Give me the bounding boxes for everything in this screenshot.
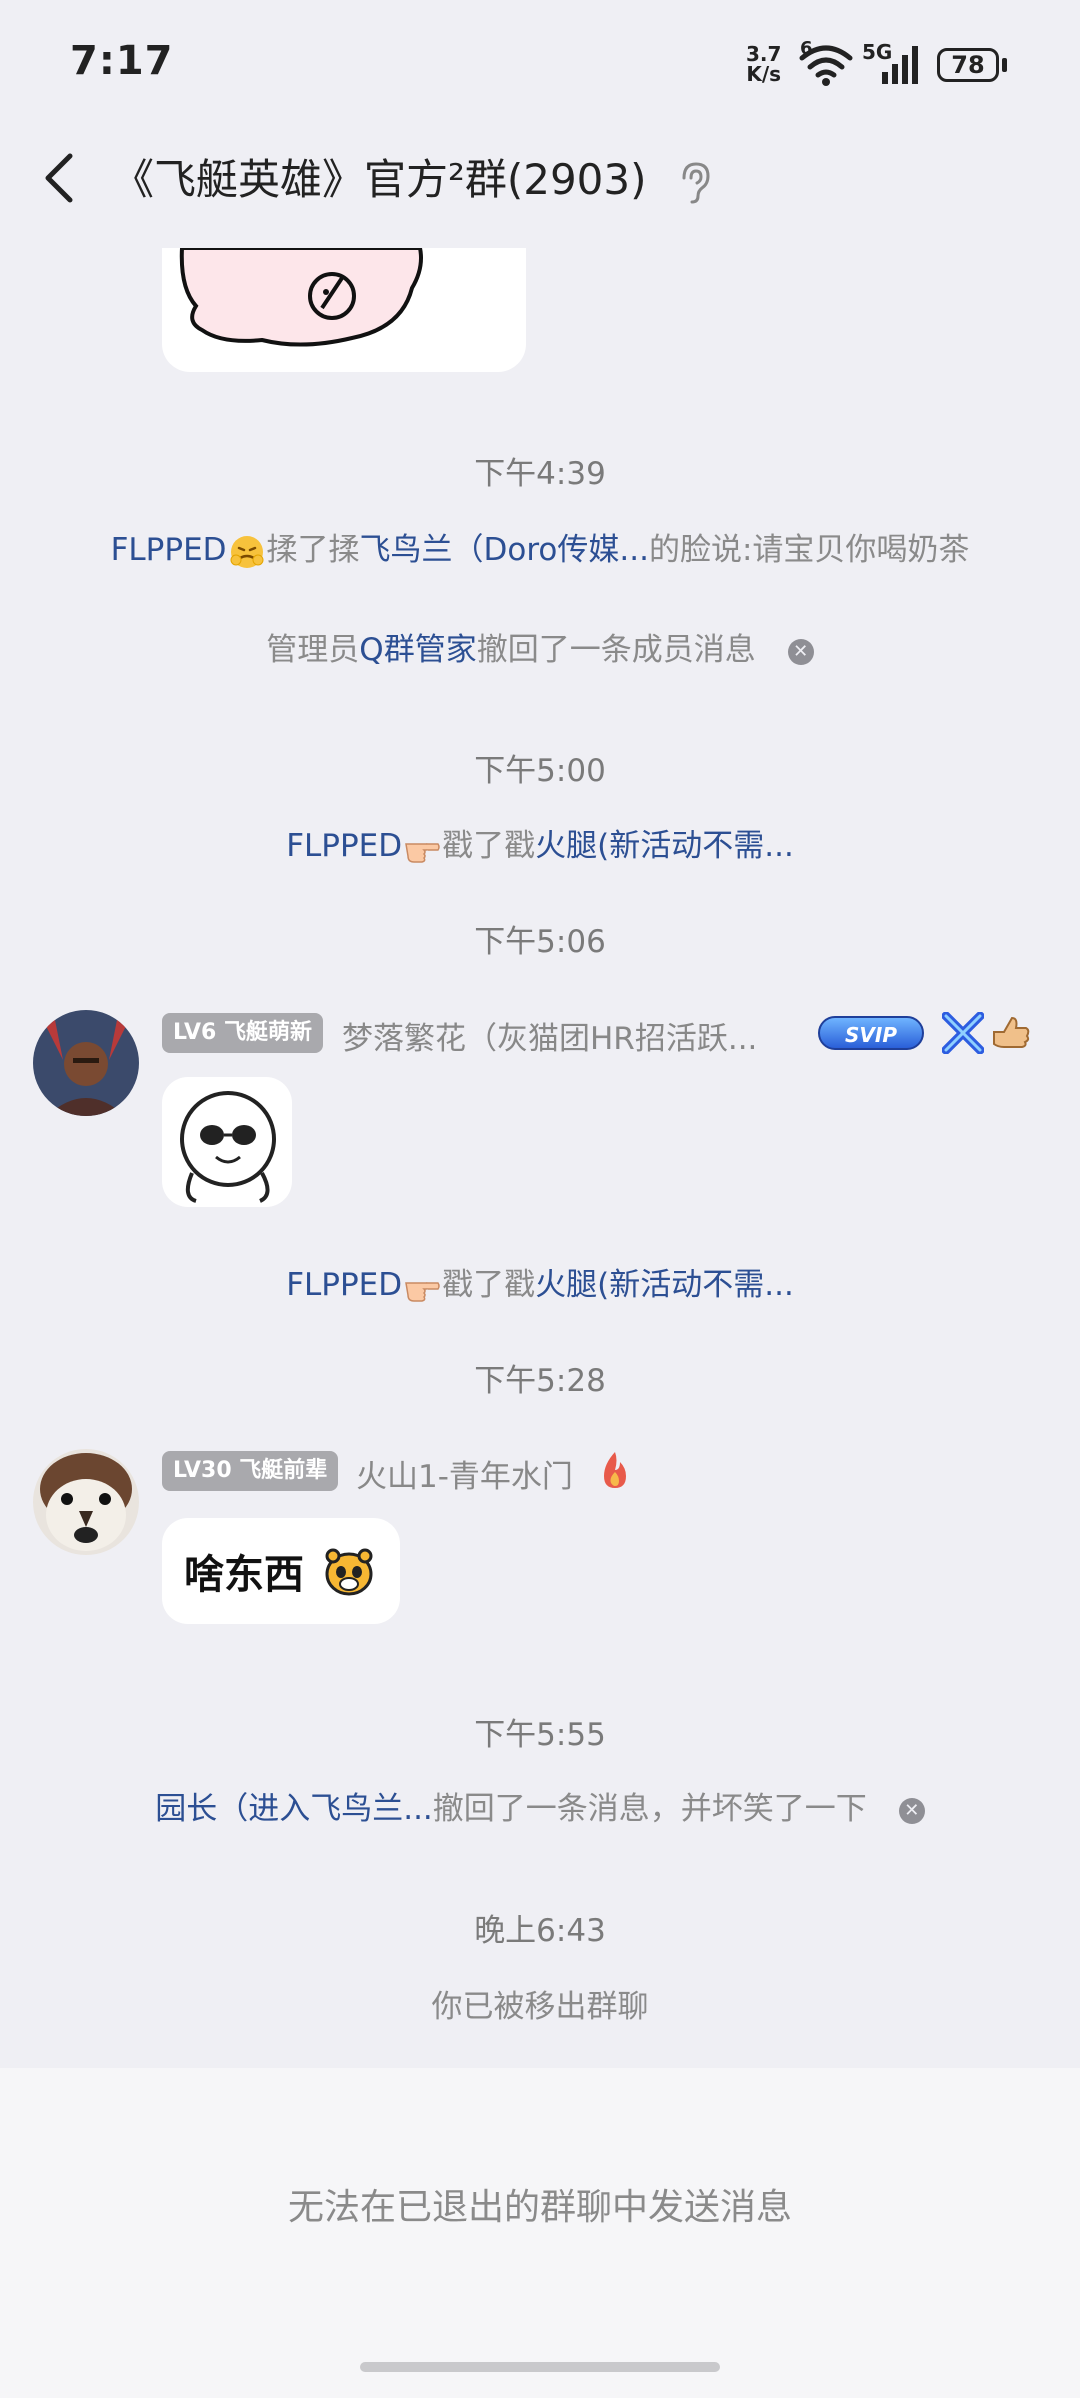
tiger-emoji-icon — [325, 1548, 373, 1596]
nudge-target[interactable]: 飞鸟兰（Doro传媒... — [360, 532, 649, 568]
sticker-image[interactable]: 啥东西 — [162, 1518, 400, 1624]
nudge-action: 戳了戳 — [442, 828, 536, 864]
level-badge: LV6 飞艇萌新 — [162, 1013, 323, 1053]
wifi-label: 6 — [800, 38, 813, 59]
sender-name[interactable]: 火山1-青年水门 — [356, 1451, 573, 1496]
nudge-target[interactable]: 火腿(新活动不需... — [535, 828, 794, 864]
pointing-hand-icon — [404, 830, 440, 866]
recall-actor[interactable]: 园长（进入飞鸟兰... — [155, 1791, 433, 1827]
avatar[interactable] — [33, 1449, 139, 1555]
battery-tip — [1002, 58, 1007, 72]
network-speed-unit: K/s — [746, 62, 782, 86]
nudge-action: 揉了揉 — [266, 532, 360, 568]
timestamp: 下午4:39 — [474, 456, 606, 492]
input-area-disabled — [0, 2068, 1080, 2398]
recall-notice: 管理员Q群管家撤回了一条成员消息 ✕ — [0, 624, 1080, 669]
timestamp: 下午5:06 — [474, 924, 606, 960]
avatar[interactable] — [33, 1010, 139, 1116]
thumbs-up-icon — [993, 1016, 1030, 1048]
nudge-actor[interactable]: FLPPED — [286, 828, 402, 864]
face-sticker-drawing — [180, 1091, 276, 1203]
ear-icon[interactable] — [676, 160, 716, 204]
warrior-avatar-image — [33, 1010, 139, 1116]
disabled-input-notice: 无法在已退出的群聊中发送消息 — [287, 2187, 792, 2228]
home-indicator[interactable] — [360, 2362, 720, 2372]
timestamp: 下午5:00 — [474, 753, 606, 789]
svip-badge: SVIP — [818, 1016, 924, 1050]
timestamp: 下午5:55 — [474, 1717, 606, 1753]
pig-sticker-drawing — [179, 248, 423, 347]
battery-icon: 78 — [937, 48, 999, 82]
sender-name[interactable]: 梦落繁花（灰猫团HR招活跃... — [342, 1013, 757, 1058]
status-time: 7:17 — [70, 38, 174, 84]
nudge-target[interactable]: 火腿(新活动不需... — [535, 1267, 794, 1303]
nudge-suffix: 的脸说:请宝贝你喝奶茶 — [648, 532, 970, 568]
grimace-emoji-icon — [229, 534, 265, 570]
nudge-actor[interactable]: FLPPED — [111, 532, 227, 568]
nudge-actor[interactable]: FLPPED — [286, 1267, 402, 1303]
x-badge-icon — [942, 1012, 984, 1054]
timestamp: 晚上6:43 — [474, 1913, 606, 1949]
sparrow-avatar-image — [33, 1449, 139, 1555]
nudge-message: FLPPED 戳了戳火腿(新活动不需... — [0, 820, 1080, 866]
timestamp: 下午5:28 — [474, 1363, 606, 1399]
recall-suffix: 撤回了一条成员消息 — [476, 632, 756, 668]
nudge-message: FLPPED 戳了戳火腿(新活动不需... — [0, 1259, 1080, 1305]
removed-notice: 你已被移出群聊 — [431, 1989, 649, 2025]
cellular-signal-icon — [882, 46, 918, 84]
network-speed-value: 3.7 — [746, 42, 782, 66]
sticker-text: 啥东西 — [184, 1551, 304, 1598]
network-speed: 3.7 K/s — [746, 44, 781, 84]
nudge-message: FLPPED 揉了揉飞鸟兰（Doro传媒...的脸说:请宝贝你喝奶茶 — [0, 524, 1080, 570]
nudge-action: 戳了戳 — [442, 1267, 536, 1303]
pointing-hand-icon — [404, 1269, 440, 1305]
back-arrow-icon[interactable] — [34, 148, 94, 208]
level-badge: LV30 飞艇前辈 — [162, 1451, 339, 1491]
close-icon[interactable]: ✕ — [787, 638, 814, 665]
recall-suffix: 撤回了一条消息，并坏笑了一下 — [432, 1791, 867, 1827]
recall-actor[interactable]: Q群管家 — [359, 632, 476, 668]
recall-notice: 园长（进入飞鸟兰...撤回了一条消息，并坏笑了一下 ✕ — [0, 1783, 1080, 1828]
recall-prefix: 管理员 — [266, 632, 360, 668]
chat-title[interactable]: 《飞艇英雄》官方²群(2903) — [112, 150, 647, 210]
sticker-image[interactable] — [162, 1077, 292, 1207]
sticker-image[interactable] — [162, 248, 526, 372]
close-icon[interactable]: ✕ — [898, 1797, 925, 1824]
fire-icon — [604, 1452, 626, 1488]
